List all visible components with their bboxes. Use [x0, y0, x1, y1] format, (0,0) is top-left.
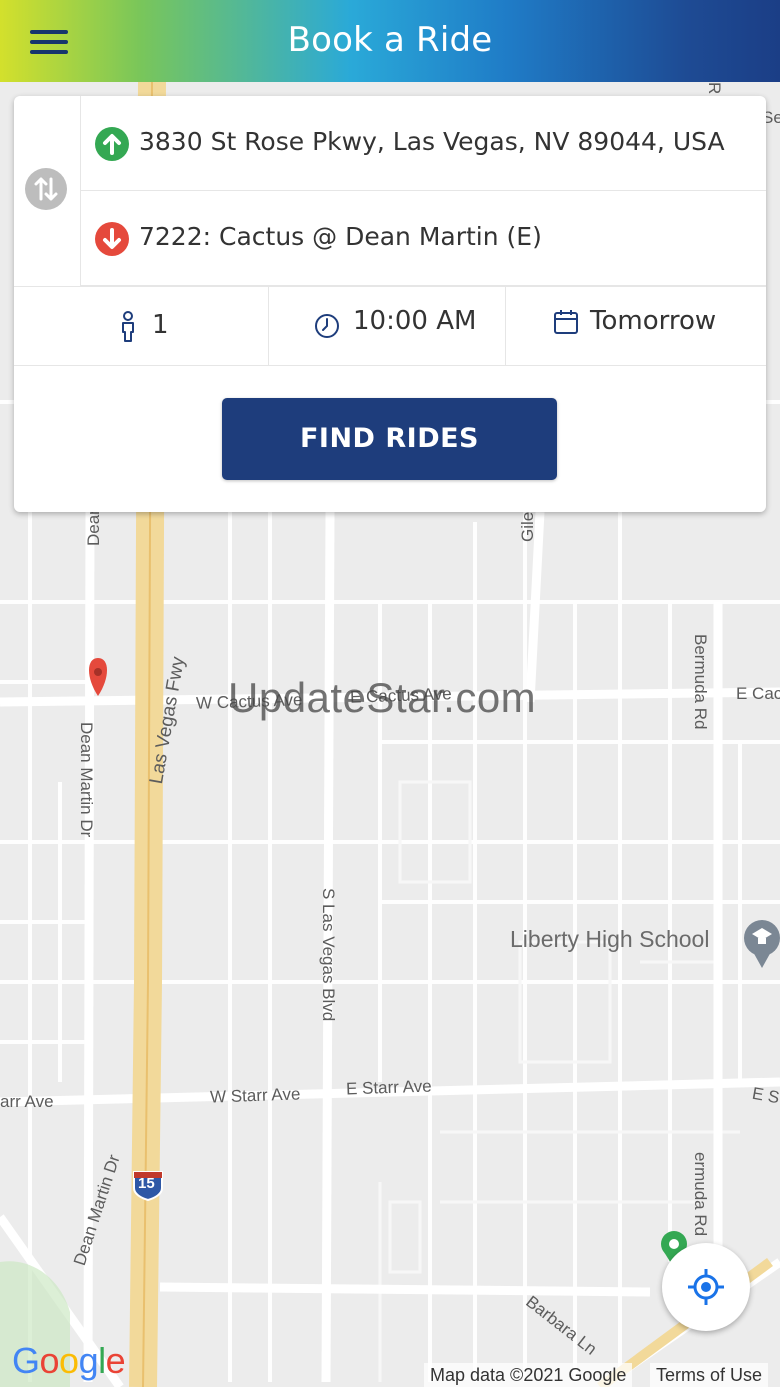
origin-address: 3830 St Rose Pkwy, Las Vegas, NV 89044, … [139, 127, 725, 156]
map-data-attribution: Map data ©2021 Google [424, 1363, 633, 1387]
swap-button[interactable] [25, 168, 67, 210]
date-value: Tomorrow [590, 306, 717, 336]
riders-selector[interactable]: 1 [14, 287, 269, 365]
arrow-down-circle-icon [95, 222, 129, 256]
map-label-gile: Gile [518, 511, 537, 542]
google-logo: Google [12, 1340, 126, 1381]
map-label-w-starr-ave: W Starr Ave [209, 1084, 301, 1107]
map-label-e-cac: E Cac [736, 684, 780, 703]
map-label-e-starr-ave: E Starr Ave [345, 1076, 432, 1099]
swap-column [14, 96, 81, 286]
find-rides-button[interactable]: FIND RIDES [222, 398, 557, 480]
map-label-top-r: R [705, 82, 724, 95]
map-label-interstate-15: 15 [138, 1175, 155, 1192]
destination-address: 7222: Cactus @ Dean Martin (E) [139, 222, 542, 251]
swap-vertical-icon [34, 177, 58, 201]
watermark: UpdateStar.com [228, 674, 537, 721]
clock-icon [315, 314, 339, 338]
map-label-bermuda-rd-top: Bermuda Rd [691, 634, 710, 730]
ride-options: 1 10:00 AM Tomorrow [14, 286, 766, 366]
arrow-up-circle-icon [95, 127, 129, 161]
map-label-s-las-vegas-blvd: S Las Vegas Blvd [319, 888, 338, 1022]
booking-card: 3830 St Rose Pkwy, Las Vegas, NV 89044, … [14, 96, 766, 512]
calendar-icon [554, 310, 578, 334]
page-title: Book a Ride [287, 20, 493, 60]
terms-of-use-link[interactable]: Terms of Use [650, 1363, 769, 1387]
date-selector[interactable]: Tomorrow [506, 287, 766, 365]
map-label-arr-ave: arr Ave [0, 1092, 54, 1111]
app-header: Book a Ride [0, 0, 780, 82]
my-location-button[interactable] [662, 1243, 750, 1331]
map-label-liberty-high-school: Liberty High School [510, 926, 710, 952]
person-icon [122, 311, 134, 342]
my-location-icon [688, 1269, 724, 1305]
map-label-bermuda-rd-bottom: ermuda Rd [691, 1152, 710, 1237]
time-value: 10:00 AM [353, 306, 477, 336]
origin-field[interactable]: 3830 St Rose Pkwy, Las Vegas, NV 89044, … [81, 96, 766, 191]
time-selector[interactable]: 10:00 AM [269, 287, 506, 365]
map-label-dean-martin-dr: Dean Martin Dr [77, 722, 96, 838]
riders-count: 1 [152, 310, 169, 340]
destination-field[interactable]: 7222: Cactus @ Dean Martin (E) [81, 191, 766, 286]
